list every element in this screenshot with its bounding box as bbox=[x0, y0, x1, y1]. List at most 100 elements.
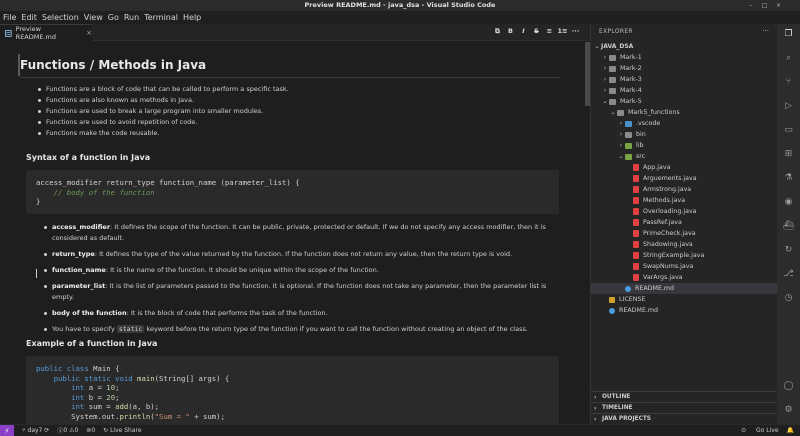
docker-icon[interactable]: ⛴ bbox=[782, 220, 795, 233]
item-label: SwapNums.java bbox=[643, 263, 694, 270]
list-item: Functions are used to break a large prog… bbox=[38, 106, 558, 117]
file-item[interactable]: Overloading.java bbox=[591, 206, 777, 217]
term: body of the function bbox=[52, 309, 127, 317]
account-icon[interactable]: ◯ bbox=[782, 380, 795, 393]
list-item: access_modifier: It defines the scope of… bbox=[44, 222, 560, 244]
git-graph-icon[interactable]: ⎇ bbox=[782, 268, 795, 281]
live-share-status[interactable]: ↻ Live Share bbox=[103, 427, 141, 434]
ports-status[interactable]: ⊚ 0 bbox=[86, 427, 95, 434]
folder-item[interactable]: ⌄ Mark-5 bbox=[591, 96, 777, 107]
live-share-icon[interactable]: ↻ bbox=[782, 244, 795, 257]
menu-go[interactable]: Go bbox=[108, 13, 119, 22]
code-line: } bbox=[36, 197, 41, 206]
split-editor-icon[interactable]: ⧉ bbox=[491, 27, 504, 36]
search-icon[interactable]: ⌕ bbox=[782, 52, 795, 65]
file-item[interactable]: PassRef.java bbox=[591, 217, 777, 228]
item-label: Mark-1 bbox=[620, 54, 642, 61]
more-actions-icon[interactable]: ··· bbox=[762, 27, 769, 35]
file-item[interactable]: Methods.java bbox=[591, 195, 777, 206]
java-projects-section[interactable]: › JAVA PROJECTS bbox=[591, 413, 777, 424]
item-label: VarArgs.java bbox=[643, 274, 683, 281]
workspace-root[interactable]: ⌄ JAVA_DSA bbox=[591, 41, 777, 52]
strikethrough-button[interactable]: S bbox=[530, 27, 543, 36]
file-item[interactable]: App.java bbox=[591, 162, 777, 173]
folder-icon bbox=[609, 87, 616, 94]
problems-status[interactable]: ⓧ 0 ⚠ 0 bbox=[57, 426, 78, 435]
code-token: sum = bbox=[84, 402, 116, 411]
file-item[interactable]: README.md bbox=[591, 305, 777, 316]
code-token: 20 bbox=[106, 392, 116, 402]
folder-item[interactable]: ⌄ Mark5_functions bbox=[591, 107, 777, 118]
folder-item[interactable]: › bin bbox=[591, 129, 777, 140]
folder-item[interactable]: ⌄ src bbox=[591, 151, 777, 162]
heading-divider bbox=[20, 77, 560, 78]
tab-preview-readme[interactable]: Preview README.md × bbox=[0, 24, 92, 41]
file-item[interactable]: Arguements.java bbox=[591, 173, 777, 184]
menu-selection[interactable]: Selection bbox=[42, 13, 79, 22]
item-label: src bbox=[636, 153, 646, 160]
notifications-icon[interactable]: 🔔 bbox=[787, 427, 794, 434]
menu-edit[interactable]: Edit bbox=[21, 13, 37, 22]
list-item: function_name: It is the name of the fun… bbox=[44, 265, 560, 276]
sidebar-sections: › OUTLINE › TIMELINE › JAVA PROJECTS bbox=[591, 391, 777, 424]
item-label: Arguements.java bbox=[643, 175, 697, 182]
folder-item[interactable]: › lib bbox=[591, 140, 777, 151]
close-icon[interactable]: × bbox=[86, 29, 92, 37]
gear-icon[interactable]: ⚙ bbox=[782, 404, 795, 417]
inline-code: static bbox=[116, 325, 145, 333]
file-item[interactable]: README.md bbox=[591, 283, 777, 294]
folder-item[interactable]: › Mark-4 bbox=[591, 85, 777, 96]
close-window-button[interactable]: × bbox=[774, 1, 783, 10]
window-title: Preview README.md - java_dsa - Visual St… bbox=[304, 1, 496, 9]
folder-item[interactable]: › Mark-2 bbox=[591, 63, 777, 74]
file-item[interactable]: Armstrong.java bbox=[591, 184, 777, 195]
folder-item[interactable]: › Mark-3 bbox=[591, 74, 777, 85]
folder-icon bbox=[625, 142, 632, 149]
italic-button[interactable]: I bbox=[517, 27, 530, 36]
java-file-icon bbox=[633, 186, 639, 193]
timeline-section[interactable]: › TIMELINE bbox=[591, 402, 777, 413]
bold-button[interactable]: B bbox=[504, 27, 517, 36]
menu-view[interactable]: View bbox=[84, 13, 103, 22]
info-icon bbox=[609, 307, 615, 314]
branch-status[interactable]: ⑂ day7 ⟳ bbox=[22, 427, 49, 434]
numbered-list-button[interactable]: 1≡ bbox=[556, 27, 569, 36]
file-item[interactable]: LICENSE bbox=[591, 294, 777, 305]
github-icon[interactable]: ◉ bbox=[782, 196, 795, 209]
tab-label: Preview README.md bbox=[15, 25, 56, 41]
outline-section[interactable]: › OUTLINE bbox=[591, 391, 777, 402]
term-desc: : It is the list of parameters passed to… bbox=[52, 282, 547, 301]
more-actions-icon[interactable]: ··· bbox=[569, 27, 582, 36]
code-token: int bbox=[36, 392, 85, 402]
menu-terminal[interactable]: Terminal bbox=[144, 13, 178, 22]
timeline-icon[interactable]: ◷ bbox=[782, 292, 795, 305]
menu-help[interactable]: Help bbox=[183, 13, 201, 22]
go-live-button[interactable]: ⊙ Go Live bbox=[741, 427, 778, 434]
menu-file[interactable]: File bbox=[3, 13, 16, 22]
source-control-icon[interactable]: ⑂ bbox=[782, 76, 795, 89]
run-debug-icon[interactable]: ▷ bbox=[782, 100, 795, 113]
folder-item[interactable]: › Mark-1 bbox=[591, 52, 777, 63]
remote-explorer-icon[interactable]: ▭ bbox=[782, 124, 795, 137]
folder-item[interactable]: › .vscode bbox=[591, 118, 777, 129]
minimize-button[interactable]: – bbox=[746, 1, 755, 10]
files-icon[interactable]: ❐ bbox=[782, 28, 795, 41]
code-token: public class bbox=[36, 364, 89, 373]
extensions-icon[interactable]: ⊞ bbox=[782, 148, 795, 161]
file-item[interactable]: PrimeCheck.java bbox=[591, 228, 777, 239]
chevron-right-icon: › bbox=[619, 120, 623, 127]
menu-run[interactable]: Run bbox=[124, 13, 139, 22]
chevron-down-icon: ⌄ bbox=[618, 153, 624, 160]
maximize-button[interactable]: □ bbox=[760, 1, 769, 10]
item-label: Mark-3 bbox=[620, 76, 642, 83]
file-item[interactable]: Shadowing.java bbox=[591, 239, 777, 250]
java-file-icon bbox=[633, 219, 639, 226]
testing-icon[interactable]: ⚗ bbox=[782, 172, 795, 185]
bullet-list-button[interactable]: ≡ bbox=[543, 27, 556, 36]
markdown-preview[interactable]: Functions / Methods in Java Functions ar… bbox=[0, 42, 584, 424]
file-item[interactable]: VarArgs.java bbox=[591, 272, 777, 283]
file-item[interactable]: SwapNums.java bbox=[591, 261, 777, 272]
remote-indicator-icon[interactable]: ⚡ bbox=[0, 424, 14, 436]
term-desc: : It defines the scope of the function. … bbox=[52, 223, 546, 242]
file-item[interactable]: StringExample.java bbox=[591, 250, 777, 261]
